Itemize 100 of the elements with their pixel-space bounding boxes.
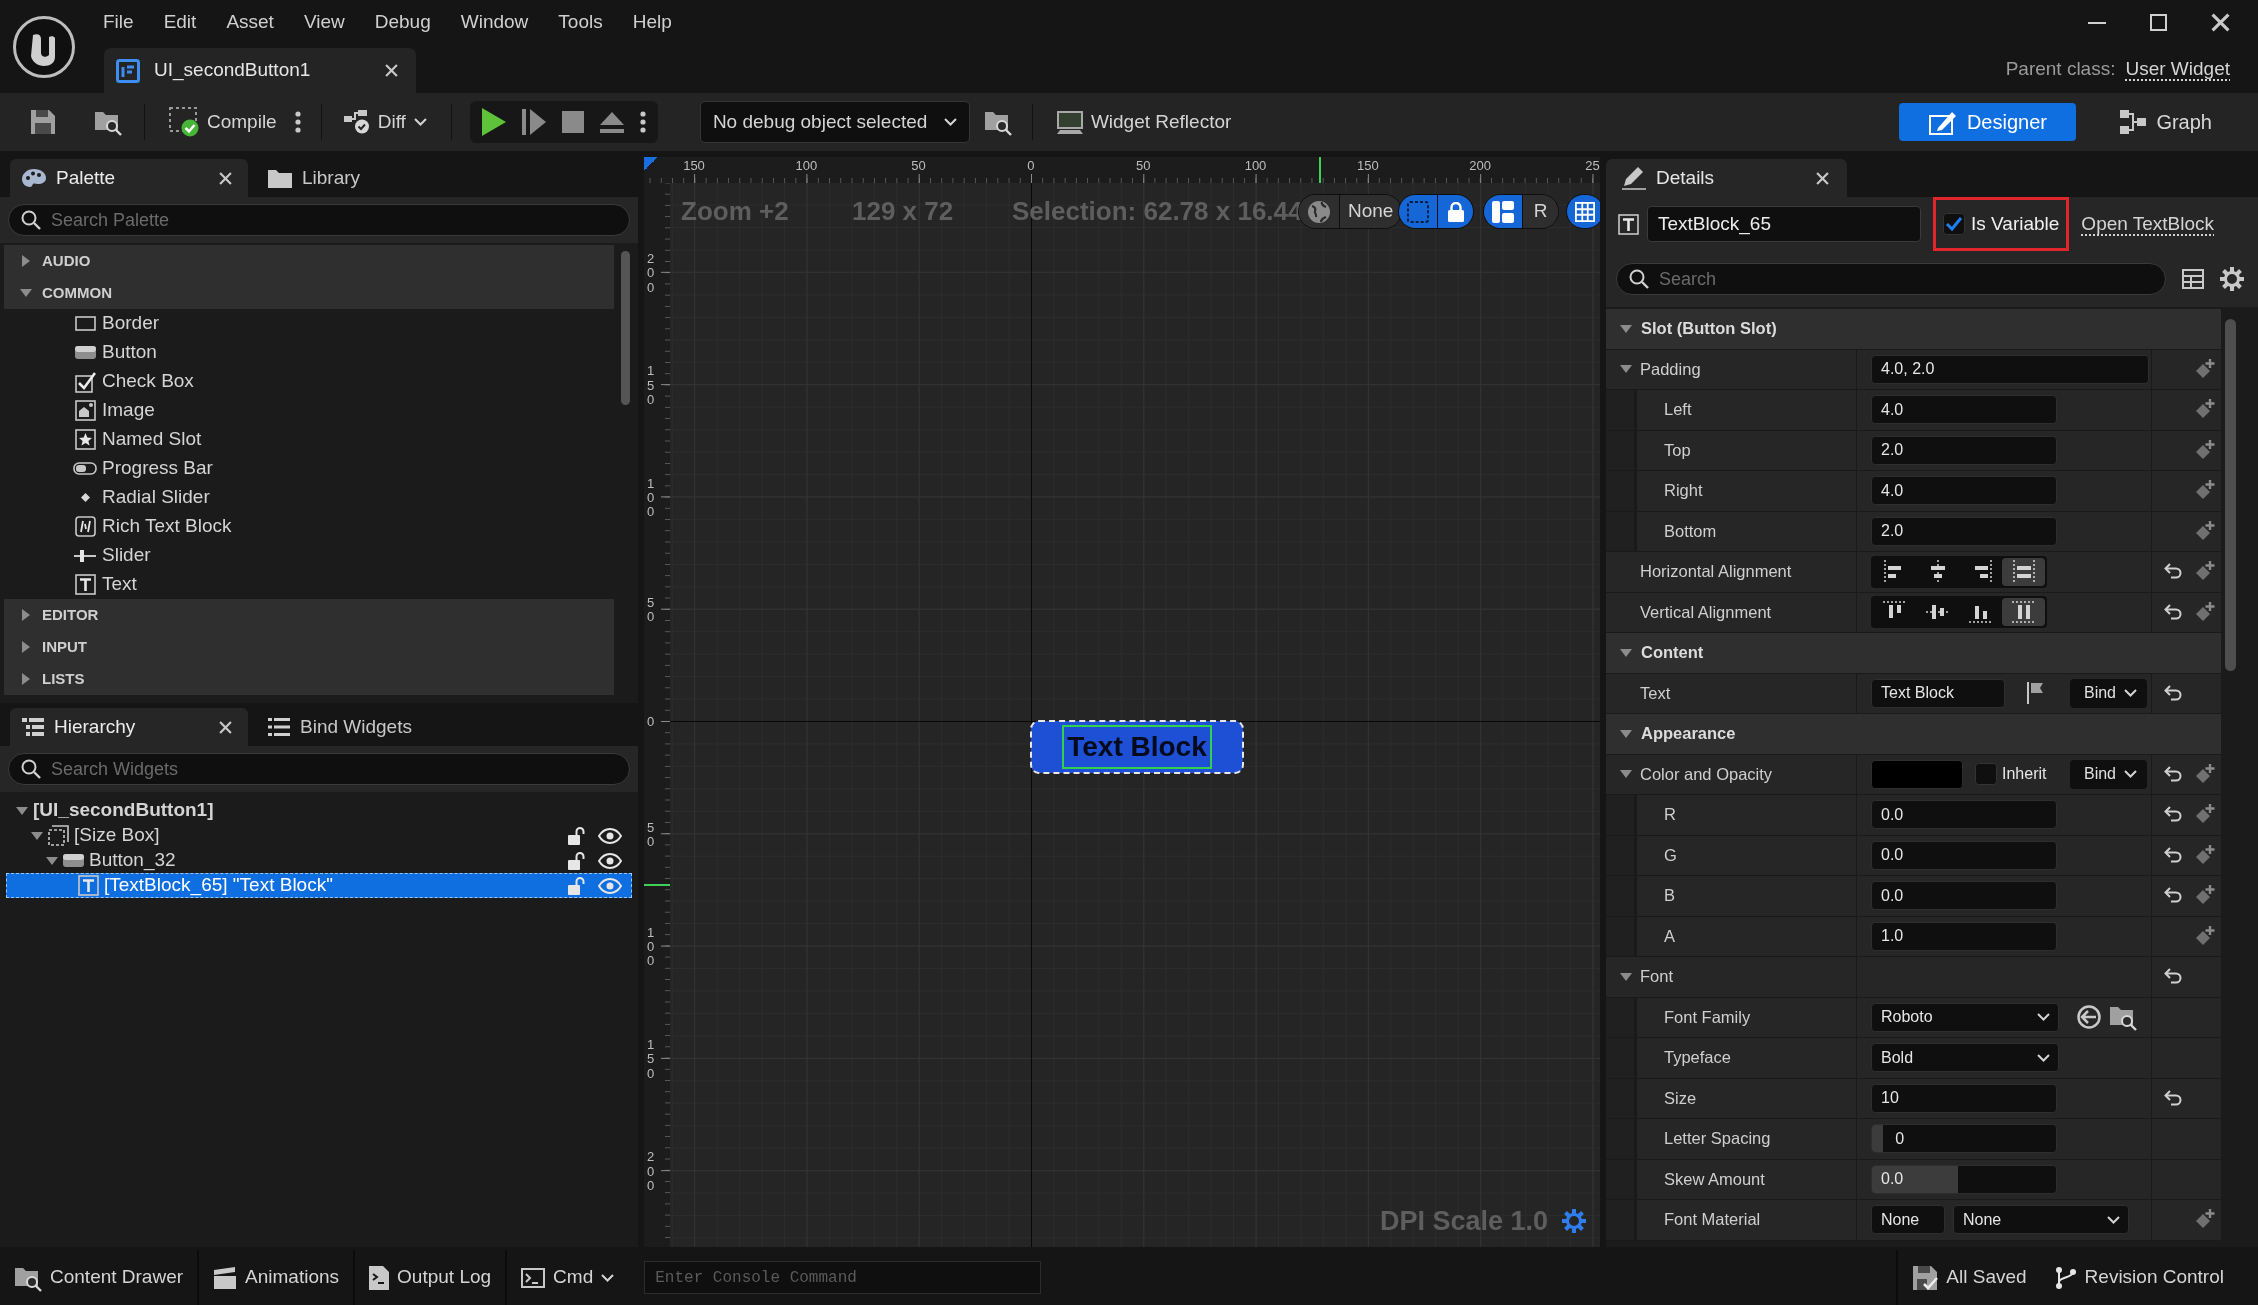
menu-item[interactable]: Window [445, 6, 544, 39]
reset-icon[interactable] [2164, 806, 2182, 824]
menu-item[interactable]: Asset [211, 6, 289, 39]
toggle-button[interactable] [1484, 195, 1522, 228]
keyframe-icon[interactable] [2194, 925, 2215, 947]
reset-icon[interactable] [2164, 765, 2182, 783]
keyframe-icon[interactable] [2194, 358, 2215, 380]
keyframe-icon[interactable] [2194, 561, 2215, 583]
category-header[interactable]: AUDIO [4, 245, 614, 277]
panel-tab[interactable]: Library [256, 159, 377, 197]
menu-item[interactable]: Tools [543, 6, 618, 39]
number-field[interactable]: 0.0 [1871, 840, 2057, 870]
reset-icon[interactable] [2164, 684, 2182, 702]
toggle-button[interactable] [1566, 194, 1600, 229]
reset-icon[interactable] [2164, 846, 2182, 864]
search-field[interactable]: Search Palette [8, 204, 630, 236]
number-slider[interactable]: 0.0 [1871, 1164, 2057, 1194]
status-button[interactable]: Content Drawer [0, 1250, 200, 1305]
toggle-button[interactable]: R [1522, 195, 1558, 228]
keyframe-icon[interactable] [2194, 885, 2215, 907]
palette-item[interactable]: Radial Slider [4, 483, 614, 512]
palette-item[interactable]: Slider [4, 541, 614, 570]
caret-icon[interactable] [1620, 972, 1632, 981]
caret-icon[interactable] [22, 609, 30, 621]
dropdown[interactable]: None [1953, 1205, 2129, 1235]
reset-icon[interactable] [2164, 563, 2182, 581]
panel-tab[interactable]: Bind Widgets [256, 708, 428, 746]
caret-icon[interactable] [20, 289, 32, 297]
menu-item[interactable]: Help [617, 6, 687, 39]
compile-button[interactable]: Compile [163, 103, 283, 141]
save-icon[interactable] [30, 109, 56, 135]
reset-icon[interactable] [2164, 887, 2182, 905]
category-header[interactable]: EDITOR [4, 599, 614, 631]
eye-icon[interactable] [598, 827, 622, 844]
status-button[interactable]: All Saved [1898, 1250, 2041, 1305]
eject-icon[interactable] [599, 111, 624, 133]
menu-item[interactable]: File [88, 6, 149, 39]
reset-icon[interactable] [2164, 968, 2182, 986]
checkbox-icon[interactable] [1943, 213, 1965, 235]
toggle-button[interactable] [1399, 195, 1437, 228]
mode-tab[interactable]: Designer [1899, 103, 2077, 141]
status-button[interactable]: Animations [199, 1250, 356, 1305]
reset-icon[interactable] [2164, 1089, 2182, 1107]
settings-icon[interactable] [2220, 267, 2244, 291]
reset-icon[interactable] [2164, 603, 2182, 621]
caret-icon[interactable] [22, 255, 30, 267]
minimize-icon[interactable] [2088, 21, 2106, 24]
mode-tab[interactable]: Graph [2100, 103, 2232, 141]
number-field[interactable]: 0.0 [1871, 800, 2057, 830]
caret-icon[interactable] [1620, 729, 1632, 738]
scrollbar-thumb[interactable] [2225, 319, 2236, 671]
keyframe-icon[interactable] [2194, 1209, 2215, 1231]
status-button[interactable]: Cmd [507, 1250, 629, 1305]
palette-item[interactable]: Rich Text Block [4, 512, 614, 541]
palette-item[interactable]: Check Box [4, 367, 614, 396]
palette-item[interactable]: Named Slot [4, 425, 614, 454]
play-icon[interactable] [481, 108, 506, 136]
keyframe-icon[interactable] [2194, 480, 2215, 502]
caret-icon[interactable] [1620, 648, 1632, 657]
caret-icon[interactable] [46, 856, 58, 865]
document-tab[interactable]: UI_secondButton1 [104, 48, 416, 93]
close-icon[interactable] [219, 171, 232, 185]
search-field[interactable]: Search Widgets [8, 753, 630, 785]
more-icon[interactable] [294, 111, 301, 133]
keyframe-icon[interactable] [2194, 601, 2215, 623]
menu-item[interactable]: Edit [148, 6, 212, 39]
close-icon[interactable] [385, 64, 398, 77]
keyframe-icon[interactable] [2194, 844, 2215, 866]
caret-icon[interactable] [1620, 324, 1632, 333]
caret-icon[interactable] [22, 641, 30, 653]
palette-item[interactable]: Progress Bar [4, 454, 614, 483]
widget-reflector-button[interactable]: Widget Reflector [1050, 103, 1238, 141]
close-icon[interactable] [219, 720, 232, 734]
number-field[interactable]: 4.0 [1871, 395, 2057, 425]
eye-icon[interactable] [598, 852, 622, 869]
keyframe-icon[interactable] [2194, 804, 2215, 826]
panel-tab[interactable]: Palette [10, 159, 248, 197]
alignment-button[interactable] [2002, 557, 2045, 586]
unlock-icon[interactable] [568, 851, 586, 870]
number-field[interactable]: 10 [1871, 1083, 2057, 1113]
category-header[interactable]: INPUT [4, 631, 614, 663]
tree-item[interactable]: [UI_secondButton1] [6, 798, 632, 823]
inherit-checkbox[interactable]: Inherit [1975, 762, 2047, 787]
open-textblock-link[interactable]: Open TextBlock [2081, 209, 2215, 239]
color-swatch[interactable] [1871, 759, 1963, 789]
category-header[interactable]: LISTS [4, 663, 614, 695]
palette-item[interactable]: Text [4, 570, 614, 599]
number-field[interactable]: 2.0 [1871, 435, 2057, 465]
parent-class-link[interactable]: User Widget [2125, 54, 2230, 84]
caret-icon[interactable] [31, 831, 43, 840]
maximize-icon[interactable] [2150, 14, 2167, 31]
caret-icon[interactable] [16, 806, 28, 815]
number-field[interactable]: 0.0 [1871, 881, 2057, 911]
scrollbar-thumb[interactable] [621, 251, 630, 405]
unlock-icon[interactable] [568, 826, 586, 845]
panel-tab[interactable]: Hierarchy [10, 708, 248, 746]
status-button[interactable]: Output Log [355, 1250, 508, 1305]
keyframe-icon[interactable] [2194, 439, 2215, 461]
section-header[interactable]: Appearance [1606, 714, 2221, 755]
toggle-button[interactable]: None [1339, 195, 1402, 228]
